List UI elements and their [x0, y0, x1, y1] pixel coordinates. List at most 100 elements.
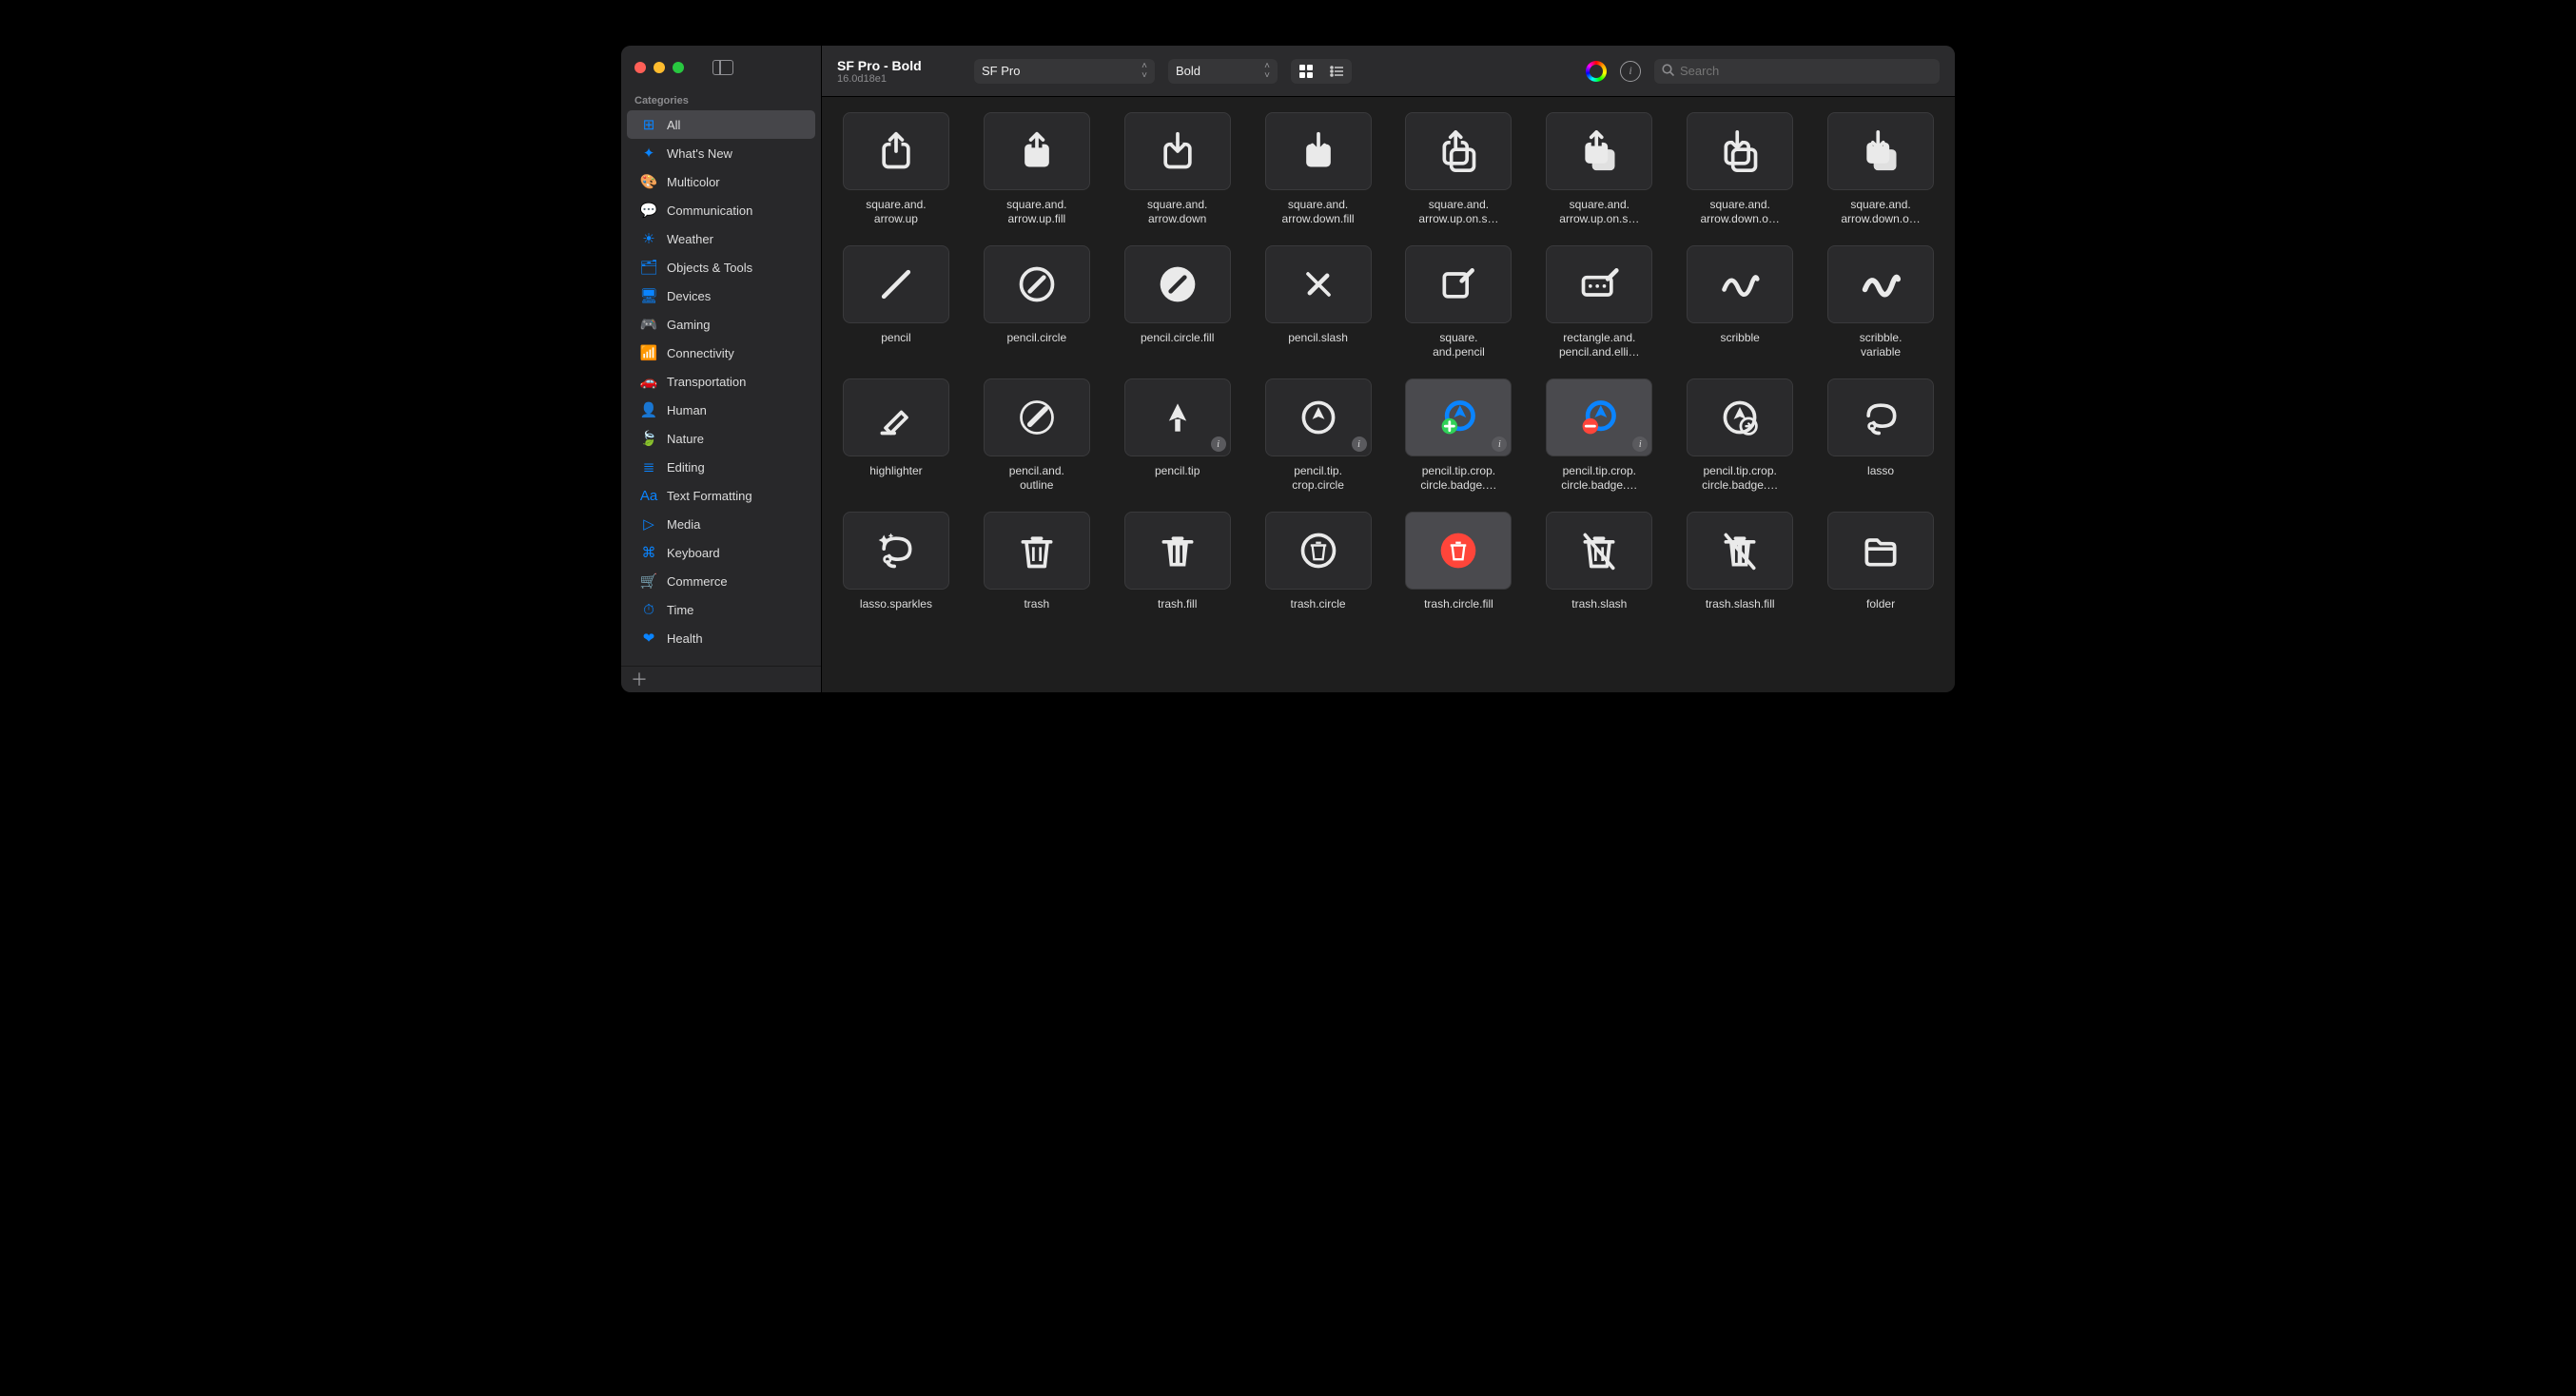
sidebar-item-multicolor[interactable]: 🎨Multicolor	[627, 167, 815, 196]
symbol-tile-trash-slash-fill[interactable]	[1687, 512, 1793, 590]
symbol-tile-pencil-tip-crop-circle-badge-plus[interactable]: i	[1405, 378, 1512, 456]
sidebar-item-label: Health	[667, 631, 703, 646]
sidebar-item-human[interactable]: 👤Human	[627, 396, 815, 424]
pt-crop-plus-icon	[1437, 397, 1479, 438]
rendering-color-button[interactable]	[1586, 61, 1607, 82]
multicolor-info-icon: i	[1211, 436, 1226, 452]
symbol-tile-scribble-variable[interactable]	[1827, 245, 1934, 323]
sidebar-item-weather[interactable]: ☀︎Weather	[627, 224, 815, 253]
sidebar-item-text-formatting[interactable]: Aa Text Formatting	[627, 481, 815, 510]
sidebar-item-editing[interactable]: ≣Editing	[627, 453, 815, 481]
objects-tools-category-icon: 🗂	[640, 259, 657, 276]
symbol-tile-pencil-tip[interactable]: i	[1124, 378, 1231, 456]
symbol-tile-square-and-arrow-up-on-square-fill[interactable]	[1546, 112, 1652, 190]
sidebar-item-objects-tools[interactable]: 🗂Objects & Tools	[627, 253, 815, 281]
symbol-tile-pencil-circle[interactable]	[984, 245, 1090, 323]
human-category-icon: 👤	[640, 401, 657, 418]
minimize-window-button[interactable]	[654, 62, 665, 73]
search-input[interactable]	[1680, 64, 1932, 78]
pencil-icon	[875, 263, 917, 305]
symbol-label: square.and. arrow.up.fill	[1006, 198, 1066, 226]
symbol-tile-trash-slash[interactable]	[1546, 512, 1652, 590]
toggle-sidebar-button[interactable]	[712, 60, 733, 75]
text-formatting-category-icon: Aa	[640, 487, 657, 504]
sidebar-item-whats-new[interactable]: ✦What's New	[627, 139, 815, 167]
symbol-tile-folder[interactable]	[1827, 512, 1934, 590]
toolbar: SF Pro - Bold 16.0d18e1 SF Pro ˄˅ Bold ˄…	[822, 46, 1955, 97]
symbol-cell: square.and. arrow.up.on.s…	[1540, 112, 1658, 226]
sidebar-item-time[interactable]: ⏱Time	[627, 595, 815, 624]
multicolor-category-icon: 🎨	[640, 173, 657, 190]
sidebar-item-all[interactable]: ⊞All	[627, 110, 815, 139]
list-icon	[1330, 65, 1343, 78]
symbol-tile-pencil-tip-crop-circle-badge-arrow-forward[interactable]	[1687, 378, 1793, 456]
devices-category-icon: 🖥	[640, 287, 657, 304]
close-window-button[interactable]	[634, 62, 646, 73]
symbol-tile-square-and-pencil[interactable]	[1405, 245, 1512, 323]
symbol-cell: square.and. arrow.down.o…	[1822, 112, 1940, 226]
search-field[interactable]	[1654, 59, 1940, 84]
symbol-cell: trash.slash	[1540, 512, 1658, 626]
symbol-cell: ipencil.tip.crop. circle.badge.…	[1400, 378, 1518, 493]
whats-new-category-icon: ✦	[640, 145, 657, 162]
symbol-tile-highlighter[interactable]	[843, 378, 949, 456]
symbol-cell: pencil.slash	[1259, 245, 1377, 359]
sidebar-item-gaming[interactable]: 🎮Gaming	[627, 310, 815, 339]
list-view-button[interactable]	[1321, 59, 1352, 84]
symbol-label: trash.circle	[1291, 597, 1346, 626]
pt-crop-circle-icon	[1298, 397, 1339, 438]
symbol-tile-trash-circle[interactable]	[1265, 512, 1372, 590]
symbol-tile-pencil-tip-crop-circle-badge-minus[interactable]: i	[1546, 378, 1652, 456]
sidebar-item-keyboard[interactable]: ⌘Keyboard	[627, 538, 815, 567]
sidebar-item-media[interactable]: ▷Media	[627, 510, 815, 538]
trash-circle-fill-icon	[1437, 530, 1479, 572]
sidebar-item-label: Weather	[667, 232, 713, 246]
symbol-tile-scribble[interactable]	[1687, 245, 1793, 323]
sidebar-item-label: Text Formatting	[667, 489, 752, 503]
symbol-cell: square. and.pencil	[1400, 245, 1518, 359]
symbol-tile-pencil-tip-crop-circle[interactable]: i	[1265, 378, 1372, 456]
symbol-cell: trash.circle	[1259, 512, 1377, 626]
symbol-label: pencil.tip. crop.circle	[1292, 464, 1344, 493]
pencil-circle-icon	[1016, 263, 1058, 305]
symbol-tile-square-and-arrow-up-on-square[interactable]	[1405, 112, 1512, 190]
grid-view-button[interactable]	[1291, 59, 1321, 84]
sidebar-item-label: Keyboard	[667, 546, 720, 560]
symbol-tile-square-and-arrow-down-fill[interactable]	[1265, 112, 1372, 190]
symbol-tile-rectangle-and-pencil-and-ellipsis[interactable]	[1546, 245, 1652, 323]
symbol-tile-trash[interactable]	[984, 512, 1090, 590]
sidebar-item-nature[interactable]: 🍃Nature	[627, 424, 815, 453]
symbol-tile-square-and-arrow-down-on-square[interactable]	[1687, 112, 1793, 190]
zoom-window-button[interactable]	[673, 62, 684, 73]
weight-select[interactable]: Bold ˄˅	[1168, 59, 1278, 84]
sidebar-item-commerce[interactable]: 🛒Commerce	[627, 567, 815, 595]
symbol-tile-pencil-and-outline[interactable]	[984, 378, 1090, 456]
symbol-tile-trash-fill[interactable]	[1124, 512, 1231, 590]
symbol-tile-square-and-arrow-up-fill[interactable]	[984, 112, 1090, 190]
symbol-cell: trash.slash.fill	[1681, 512, 1799, 626]
symbol-tile-trash-circle-fill[interactable]	[1405, 512, 1512, 590]
media-category-icon: ▷	[640, 515, 657, 533]
sidebar-item-transportation[interactable]: 🚗Transportation	[627, 367, 815, 396]
window-titlebar	[621, 46, 821, 89]
communication-category-icon: 💬	[640, 202, 657, 219]
sidebar-item-connectivity[interactable]: 📶Connectivity	[627, 339, 815, 367]
font-select[interactable]: SF Pro ˄˅	[974, 59, 1155, 84]
sidebar-item-devices[interactable]: 🖥Devices	[627, 281, 815, 310]
sidebar-item-health[interactable]: ❤︎Health	[627, 624, 815, 652]
symbol-tile-square-and-arrow-down-on-square-fill[interactable]	[1827, 112, 1934, 190]
sidebar-item-communication[interactable]: 💬Communication	[627, 196, 815, 224]
symbol-tile-lasso[interactable]	[1827, 378, 1934, 456]
symbol-label: pencil.tip.crop. circle.badge.…	[1702, 464, 1778, 493]
add-collection-button[interactable]: ＋	[631, 671, 648, 688]
symbol-tile-lasso-sparkles[interactable]	[843, 512, 949, 590]
symbol-cell: square.and. arrow.down.o…	[1681, 112, 1799, 226]
symbol-tile-square-and-arrow-up[interactable]	[843, 112, 949, 190]
sidebar-item-label: Connectivity	[667, 346, 734, 360]
inspector-button[interactable]: i	[1620, 61, 1641, 82]
symbol-tile-square-and-arrow-down[interactable]	[1124, 112, 1231, 190]
symbol-label: lasso.sparkles	[860, 597, 932, 626]
symbol-tile-pencil[interactable]	[843, 245, 949, 323]
symbol-tile-pencil-slash[interactable]	[1265, 245, 1372, 323]
symbol-tile-pencil-circle-fill[interactable]	[1124, 245, 1231, 323]
